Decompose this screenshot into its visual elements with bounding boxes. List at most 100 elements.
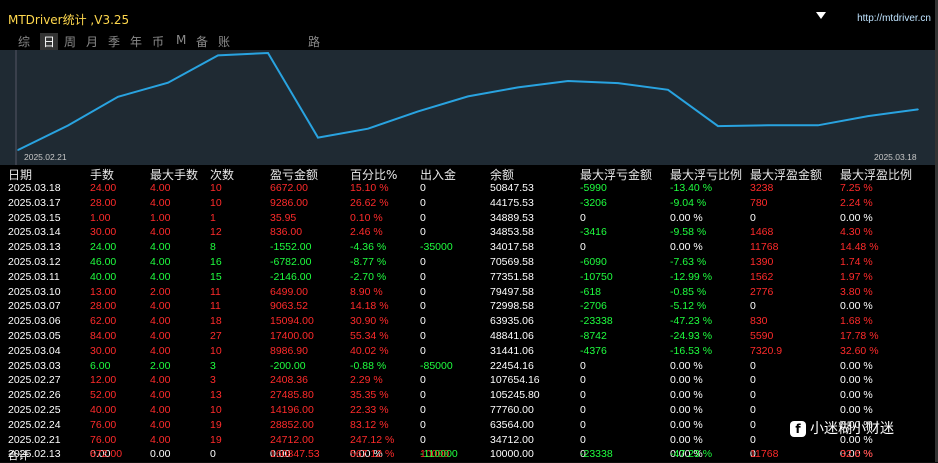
table-cell: -3416 — [580, 226, 607, 239]
table-cell: 0 — [420, 196, 426, 209]
table-cell: 10 — [210, 404, 222, 416]
table-cell: 2025.03.13 — [8, 241, 61, 254]
table-cell: 4.00 — [150, 300, 171, 313]
table-row[interactable]: 2025.03.05 84.00 4.00 27 17400.00 55.34 % 0 488… — [0, 329, 936, 344]
table-cell: 0.00 % — [840, 300, 873, 313]
table-cell: 7320.9 — [750, 344, 783, 357]
table-cell: 8986.90 — [270, 344, 308, 357]
balance-chart — [0, 50, 935, 165]
table-row[interactable]: 2025.03.03 6.00 2.00 3 -200.00 -0.88 % -85000 2… — [0, 359, 936, 374]
tab-6[interactable]: 币 — [152, 33, 164, 50]
table-cell: 76.00 — [90, 418, 117, 431]
table-row[interactable]: 2025.03.12 46.00 4.00 16 -6782.00 -8.77 % 0 705… — [0, 255, 936, 270]
table-cell: 22454.16 — [490, 359, 534, 372]
table-cell: 34853.58 — [490, 226, 534, 239]
table-cell: 6672.00 — [270, 182, 308, 194]
balance-point — [17, 149, 19, 151]
table-row[interactable]: 2025.03.07 28.00 4.00 11 9063.52 14.18 % 0 7299… — [0, 299, 936, 314]
chart-start-date: 2025.02.21 — [24, 152, 67, 162]
table-row[interactable]: 2025.03.10 13.00 2.00 11 6499.00 8.90 % 0 79497… — [0, 285, 936, 300]
table-cell: 0.00 % — [840, 211, 873, 224]
table-cell: 9063.52 — [270, 300, 308, 313]
table-cell: 836.00 — [270, 226, 303, 239]
table-cell: 3238 — [750, 182, 774, 194]
table-row[interactable]: 2025.03.17 28.00 4.00 10 9286.00 26.62 % 0 4417… — [0, 196, 936, 211]
watermark: f 小迷糊小财迷 — [790, 418, 894, 440]
total-pnl: 160847.53 — [270, 448, 320, 460]
table-row[interactable]: 2025.03.13 24.00 4.00 8 -1552.00 -4.36 % -3500… — [0, 240, 936, 255]
table-cell: 2025.03.12 — [8, 256, 61, 268]
table-cell: 19 — [210, 433, 222, 446]
table-row[interactable]: 2025.03.14 30.00 4.00 12 836.00 2.46 % 0 34853.… — [0, 225, 936, 240]
table-cell: 2025.02.26 — [8, 389, 61, 402]
tab-0[interactable]: 综 — [18, 33, 30, 50]
table-cell: 6.00 — [90, 359, 111, 372]
table-cell: 28.00 — [90, 196, 117, 209]
table-row[interactable]: 2025.02.27 12.00 4.00 3 2408.36 2.29 % 0 107654… — [0, 373, 936, 388]
table-cell: 27485.80 — [270, 389, 314, 402]
table-row[interactable]: 2025.03.15 1.00 1.00 1 35.95 0.10 % 0 34889.53 0… — [0, 211, 936, 226]
table-cell: 2025.03.07 — [8, 300, 61, 313]
site-url-link[interactable]: http://mtdriver.cn — [857, 13, 931, 24]
table-cell: -8742 — [580, 330, 607, 342]
table-cell: 31441.06 — [490, 344, 534, 357]
table-cell: 3.80 % — [840, 285, 873, 298]
table-row[interactable]: 2025.03.18 24.00 4.00 10 6672.00 15.10 % 0 5084… — [0, 181, 936, 196]
table-cell: 48841.06 — [490, 330, 534, 342]
table-cell: 34712.00 — [490, 433, 534, 446]
table-cell: 2025.03.10 — [8, 285, 61, 298]
table-cell: 2025.03.15 — [8, 211, 61, 224]
tab-5[interactable]: 年 — [130, 33, 142, 50]
table-cell: 30.00 — [90, 344, 117, 357]
table-cell: 2025.02.25 — [8, 404, 61, 416]
table-cell: 2776 — [750, 285, 774, 298]
table-cell: 0 — [750, 359, 756, 372]
table-cell: -6090 — [580, 256, 607, 268]
table-cell: 18 — [210, 315, 222, 328]
table-cell: 0 — [750, 300, 756, 313]
table-cell: 2.24 % — [840, 196, 873, 209]
table-cell: 1.00 — [90, 211, 111, 224]
table-cell: -5.12 % — [670, 300, 707, 313]
table-cell: 2025.02.27 — [8, 374, 61, 387]
table-cell: 52.00 — [90, 389, 117, 402]
table-cell: 0 — [580, 389, 586, 402]
table-cell: -2706 — [580, 300, 607, 313]
table-cell: 17400.00 — [270, 330, 314, 342]
total-max-float-loss: -23338 — [580, 448, 613, 460]
table-cell: 0 — [580, 241, 586, 254]
table-cell: 76.00 — [90, 433, 117, 446]
table-cell: 4.00 — [150, 315, 171, 328]
table-cell: 1.97 % — [840, 270, 873, 283]
tab-2[interactable]: 周 — [64, 33, 76, 50]
tab-1[interactable]: 日 — [40, 33, 59, 50]
table-row[interactable]: 2025.02.26 52.00 4.00 13 27485.80 35.35 % 0 105… — [0, 388, 936, 403]
dropdown-arrow-icon[interactable] — [816, 12, 826, 19]
tab-4[interactable]: 季 — [108, 33, 120, 50]
tab-3[interactable]: 月 — [86, 33, 98, 50]
table-header: 日期 手数 最大手数 次数 盈亏金额 百分比% 出入金 余额 最大浮亏金额 最大浮亏比例 最大浮盈金… — [0, 166, 936, 182]
table-cell: 0 — [420, 418, 426, 431]
table-cell: 2025.02.24 — [8, 418, 61, 431]
table-cell: 35.35 % — [350, 389, 389, 402]
table-cell: 24.00 — [90, 241, 117, 254]
mtdriver-window: MTDriver统计 ,V3.25 http://mtdriver.cn 综日周… — [0, 0, 938, 462]
table-cell: 4.00 — [150, 196, 171, 209]
table-cell: 0 — [420, 433, 426, 446]
chart-end-date: 2025.03.18 — [874, 152, 917, 162]
table-cell: 2025.03.04 — [8, 344, 61, 357]
table-cell: -16.53 % — [670, 344, 713, 357]
table-row[interactable]: 2025.03.06 62.00 4.00 18 15094.00 30.90 % 0 639… — [0, 314, 936, 329]
table-row[interactable]: 2025.03.04 30.00 4.00 10 8986.90 40.02 % 0 3144… — [0, 344, 936, 359]
table-cell: 0.00 % — [670, 241, 703, 254]
table-row[interactable]: 2025.03.11 40.00 4.00 15 -2146.00 -2.70 % 0 773… — [0, 270, 936, 285]
table-cell: 11 — [210, 300, 221, 313]
table-cell: 1.74 % — [840, 256, 873, 268]
total-row: 合计 672.00 160847.53 567.12 % -110000 -23… — [0, 448, 936, 462]
balance-point — [417, 110, 419, 113]
tab-7[interactable]: M — [176, 33, 186, 47]
table-cell: 4.00 — [150, 374, 171, 387]
table-row[interactable]: 2025.02.25 40.00 4.00 10 14196.00 22.33 % 0 777… — [0, 403, 936, 418]
table-cell: -2.70 % — [350, 270, 387, 283]
tab-8[interactable]: 备 — [196, 33, 208, 50]
